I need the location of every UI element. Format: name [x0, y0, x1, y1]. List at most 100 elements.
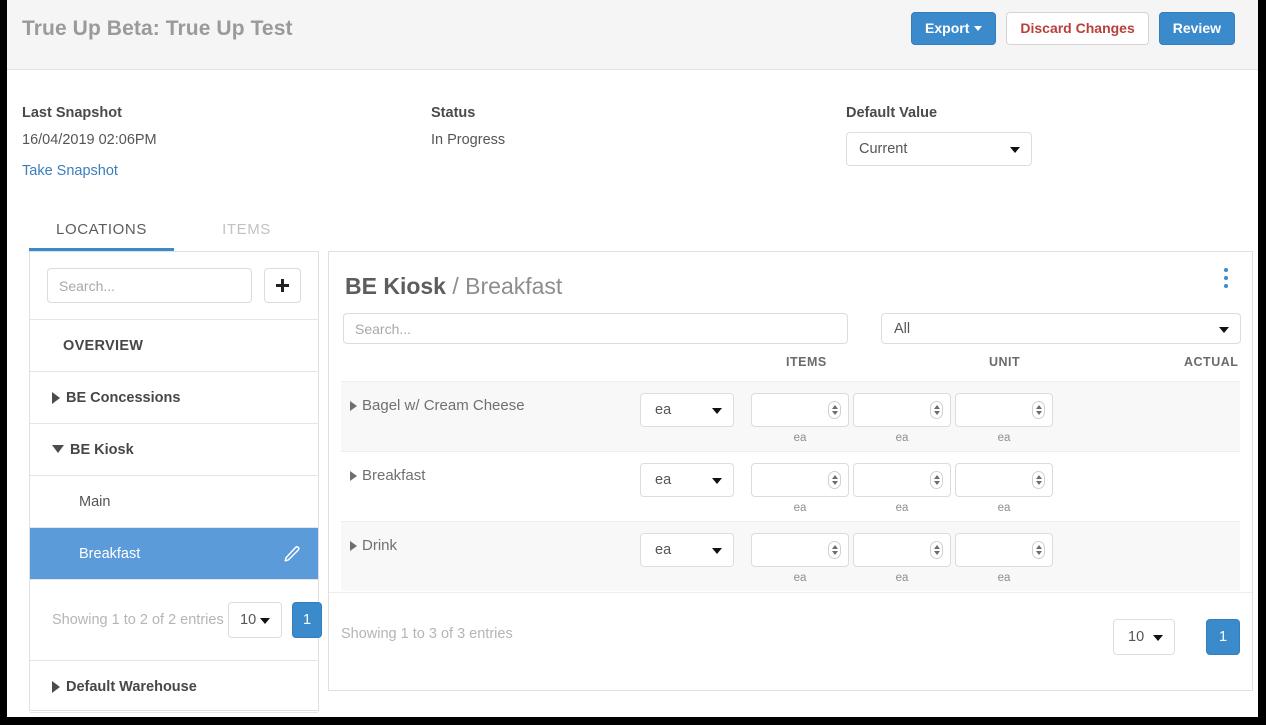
- column-header-items: ITEMS: [786, 355, 827, 369]
- sidebar-page-size-value: 10: [240, 612, 256, 628]
- row-actual-field-2: ea: [853, 393, 951, 444]
- sidebar-item-overview[interactable]: OVERVIEW: [30, 320, 318, 372]
- breadcrumb-sublocation: / Breakfast: [446, 273, 562, 299]
- row-actual-total-field: ea: [955, 463, 1053, 514]
- sidebar-item-be-kiosk[interactable]: BE Kiosk: [30, 424, 318, 476]
- sidebar-page-1-button[interactable]: 1: [292, 602, 322, 638]
- panel-pagination-info: Showing 1 to 3 of 3 entries: [341, 626, 513, 642]
- panel-filter-value: All: [894, 321, 910, 337]
- column-header-actual: ACTUAL: [1184, 355, 1238, 369]
- status-value: In Progress: [431, 132, 505, 148]
- topbar-actions: Export Discard Changes Review: [911, 12, 1235, 45]
- table-header-row: ITEMS UNIT ACTUAL ACTUAL TOTAL: [341, 355, 1240, 381]
- page-title: True Up Beta: True Up Test: [22, 17, 293, 41]
- sidebar-item-label: Breakfast: [79, 546, 140, 562]
- row-unit-select[interactable]: ea: [640, 533, 734, 567]
- triangle-right-icon: [350, 401, 357, 411]
- number-input[interactable]: [751, 463, 849, 497]
- row-item-toggle[interactable]: Drink: [350, 537, 397, 554]
- status-label: Status: [431, 105, 505, 121]
- row-actual-field-1: ea: [751, 393, 849, 444]
- number-input[interactable]: [853, 463, 951, 497]
- number-input[interactable]: [751, 393, 849, 427]
- row-actual-field-1: ea: [751, 533, 849, 584]
- row-item-toggle[interactable]: Breakfast: [350, 467, 425, 484]
- table-row: Bagel w/ Cream Cheese ea ea ea ea: [341, 381, 1240, 451]
- sidebar-item-label: OVERVIEW: [63, 338, 143, 354]
- status-block: Status In Progress: [431, 105, 505, 148]
- number-input[interactable]: [853, 533, 951, 567]
- sidebar-pagination: Showing 1 to 2 of 2 entries 10 1: [30, 580, 318, 661]
- row-item-toggle[interactable]: Bagel w/ Cream Cheese: [350, 397, 525, 414]
- tab-bar: LOCATIONS ITEMS: [29, 210, 319, 251]
- spinner-icon[interactable]: [828, 471, 841, 489]
- edit-pencil-icon[interactable]: [283, 545, 301, 563]
- discard-changes-button[interactable]: Discard Changes: [1006, 12, 1148, 45]
- spinner-icon[interactable]: [930, 401, 943, 419]
- field-unit-label: ea: [751, 572, 849, 584]
- kebab-menu-icon[interactable]: [1218, 268, 1234, 290]
- export-button-label: Export: [925, 20, 969, 36]
- panel-pagination: Showing 1 to 3 of 3 entries 10 1: [329, 592, 1252, 690]
- spinner-icon[interactable]: [930, 541, 943, 559]
- spinner-icon[interactable]: [930, 471, 943, 489]
- number-input[interactable]: [955, 393, 1053, 427]
- triangle-right-icon: [52, 681, 60, 693]
- sidebar-item-main[interactable]: Main: [30, 476, 318, 528]
- chevron-down-icon: [712, 548, 722, 554]
- sidebar-item-default-warehouse[interactable]: Default Warehouse: [30, 661, 318, 713]
- table-row: Breakfast ea ea ea ea: [341, 451, 1240, 521]
- app-page: True Up Beta: True Up Test Export Discar…: [7, 0, 1258, 717]
- spinner-icon[interactable]: [828, 401, 841, 419]
- row-item-label: Breakfast: [362, 467, 425, 484]
- default-value-selected: Current: [859, 141, 907, 157]
- tab-locations[interactable]: LOCATIONS: [29, 210, 174, 251]
- sidebar-search-input[interactable]: [47, 268, 252, 303]
- items-panel: BE Kiosk / Breakfast All ITEMS UNIT ACTU…: [328, 251, 1253, 691]
- review-button[interactable]: Review: [1159, 12, 1235, 45]
- number-input[interactable]: [853, 393, 951, 427]
- row-unit-value: ea: [655, 542, 671, 558]
- table-row: Drink ea ea ea ea: [341, 521, 1240, 591]
- top-bar: True Up Beta: True Up Test Export Discar…: [7, 0, 1258, 70]
- spinner-icon[interactable]: [1032, 471, 1045, 489]
- tab-items[interactable]: ITEMS: [174, 210, 319, 251]
- number-input[interactable]: [751, 533, 849, 567]
- row-actual-field-1: ea: [751, 463, 849, 514]
- take-snapshot-link[interactable]: Take Snapshot: [22, 163, 157, 179]
- row-item-label: Drink: [362, 537, 397, 554]
- triangle-down-icon: [52, 445, 64, 453]
- sidebar-search-row: [30, 252, 318, 320]
- panel-page-1-button[interactable]: 1: [1206, 619, 1240, 655]
- last-snapshot-value: 16/04/2019 02:06PM: [22, 132, 157, 148]
- sidebar-item-breakfast[interactable]: Breakfast: [30, 528, 318, 580]
- row-actual-total-field: ea: [955, 533, 1053, 584]
- row-item-label: Bagel w/ Cream Cheese: [362, 397, 525, 414]
- row-unit-select[interactable]: ea: [640, 393, 734, 427]
- field-unit-label: ea: [955, 432, 1053, 444]
- meta-section: Last Snapshot 16/04/2019 02:06PM Take Sn…: [7, 70, 1258, 200]
- last-snapshot-label: Last Snapshot: [22, 105, 157, 121]
- number-input[interactable]: [955, 533, 1053, 567]
- panel-filter-select[interactable]: All: [881, 313, 1241, 344]
- panel-search-input[interactable]: [343, 313, 848, 344]
- last-snapshot-block: Last Snapshot 16/04/2019 02:06PM Take Sn…: [22, 105, 157, 179]
- default-value-select[interactable]: Current: [846, 132, 1032, 166]
- add-location-button[interactable]: [264, 268, 301, 303]
- panel-page-size-select[interactable]: 10: [1113, 619, 1175, 655]
- column-header-unit: UNIT: [989, 355, 1020, 369]
- row-actual-field-2: ea: [853, 463, 951, 514]
- spinner-icon[interactable]: [828, 541, 841, 559]
- row-unit-select[interactable]: ea: [640, 463, 734, 497]
- sidebar-page-size-select[interactable]: 10: [228, 602, 282, 638]
- panel-breadcrumb: BE Kiosk / Breakfast: [345, 273, 562, 300]
- number-input[interactable]: [955, 463, 1053, 497]
- triangle-right-icon: [350, 541, 357, 551]
- sidebar-pagination-info: Showing 1 to 2 of 2 entries: [52, 612, 224, 628]
- default-value-block: Default Value Current: [846, 105, 1032, 166]
- spinner-icon[interactable]: [1032, 401, 1045, 419]
- locations-sidebar: OVERVIEW BE Concessions BE Kiosk Main Br…: [29, 251, 319, 711]
- spinner-icon[interactable]: [1032, 541, 1045, 559]
- export-button[interactable]: Export: [911, 12, 996, 45]
- sidebar-item-be-concessions[interactable]: BE Concessions: [30, 372, 318, 424]
